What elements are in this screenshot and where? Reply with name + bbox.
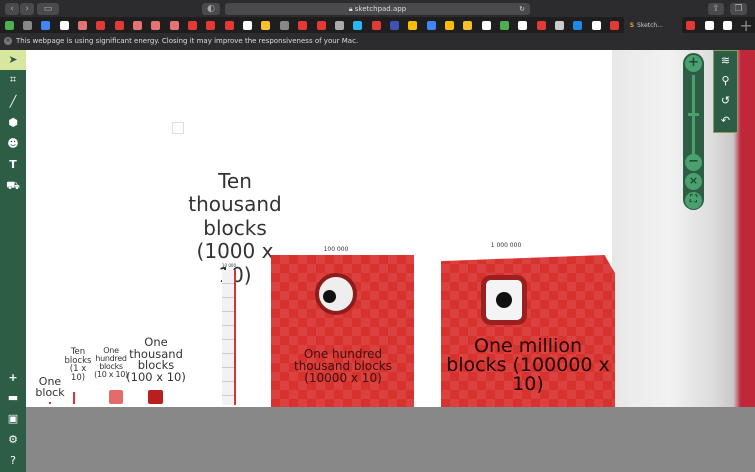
save-icon[interactable]: ▣ — [0, 409, 26, 429]
bookmark-favicon-icon[interactable] — [532, 17, 550, 33]
energy-warning-banner: × This webpage is using significant energ… — [0, 33, 755, 50]
hundred-blocks — [109, 390, 123, 404]
bookmark-favicon-icon[interactable] — [569, 17, 587, 33]
number-hundred-thousand: 100 000 — [323, 246, 349, 253]
label-ten-blocks: Ten blocks (1 x 10) — [64, 347, 92, 383]
bookmark-favicon-icon[interactable] — [719, 17, 737, 33]
add-icon[interactable]: + — [0, 368, 26, 388]
bookmark-favicon-icon[interactable] — [73, 17, 91, 33]
bookmark-favicon-icon[interactable] — [587, 17, 605, 33]
bookmark-favicon-icon[interactable] — [330, 17, 348, 33]
layers-icon[interactable]: ≋ — [714, 51, 737, 71]
bookmark-favicon-icon[interactable] — [257, 17, 275, 33]
sticker-tool[interactable]: ☻ — [0, 134, 26, 154]
canvas-menu: ≋ ⚲ ↺ ↶ — [713, 50, 738, 133]
undo-icon[interactable]: ↶ — [714, 111, 737, 131]
fit-screen-button[interactable]: ⛶ — [685, 192, 702, 209]
sketchpad-favicon-icon: S — [629, 21, 635, 29]
pen-tool[interactable]: ╱ — [0, 92, 26, 112]
share-button[interactable]: ⇪ — [708, 3, 724, 15]
bookmark-favicon-icon[interactable] — [275, 17, 293, 33]
bookmark-favicon-icon[interactable] — [495, 17, 513, 33]
zoom-in-button[interactable]: + — [685, 55, 702, 72]
shape-tool[interactable]: ⬢ — [0, 113, 26, 133]
address-bar[interactable]: 🔒︎ sketchpad.app ↻ — [225, 3, 530, 15]
forward-button[interactable]: › — [20, 3, 34, 15]
help-icon[interactable]: ? — [0, 451, 26, 471]
bookmark-favicon-icon[interactable] — [550, 17, 568, 33]
bookmark-favicon-icon[interactable] — [18, 17, 36, 33]
ten-blocks — [73, 392, 75, 404]
resize-handle[interactable] — [172, 122, 184, 134]
fill-tool[interactable]: ⛟ — [0, 176, 26, 196]
label-million-blocks: One million blocks (100000 x 10) — [446, 335, 610, 395]
tab-sketchpad[interactable]: S Sketch... — [623, 17, 682, 33]
bookmark-favicon-icon[interactable] — [128, 17, 146, 33]
bookmark-favicon-icon[interactable] — [514, 17, 532, 33]
browser-toolbar: ‹ › ▭ ◐ 🔒︎ sketchpad.app ↻ ⇪ ❐ — [0, 0, 755, 17]
bookmark-favicon-icon[interactable] — [312, 17, 330, 33]
bookmark-favicon-icon[interactable] — [605, 17, 623, 33]
bookmark-favicon-icon[interactable] — [202, 17, 220, 33]
bookmark-favicon-icon[interactable] — [0, 17, 18, 33]
bookmark-favicon-icon[interactable] — [55, 17, 73, 33]
bookmark-favicon-icon[interactable] — [349, 17, 367, 33]
reload-icon[interactable]: ↻ — [519, 3, 525, 15]
bookmark-favicon-icon[interactable] — [477, 17, 495, 33]
folder-icon[interactable]: ▬ — [0, 388, 26, 408]
bookmark-favicon-icon[interactable] — [37, 17, 55, 33]
bookmark-favicon-icon[interactable] — [385, 17, 403, 33]
bookmark-favicon-icon[interactable] — [110, 17, 128, 33]
bookmark-favicon-icon[interactable] — [700, 17, 718, 33]
tool-sidebar: ➤ ⌗ ╱ ⬢ ☻ T ⛟ + ▬ ▣ ⚙ ? — [0, 50, 26, 472]
hundred-thousand-blocks: One hundred thousand blocks (10000 x 10) — [271, 255, 414, 407]
bookmark-favicon-icon[interactable] — [183, 17, 201, 33]
label-hundred-blocks: One hundred blocks (10 x 10) — [94, 346, 128, 379]
bookmark-favicon-icon[interactable] — [404, 17, 422, 33]
number-ten-thousand: 10 000 — [222, 263, 236, 268]
bookmark-favicon-icon[interactable] — [220, 17, 238, 33]
number-million: 1 000 000 — [490, 242, 522, 249]
zoom-slider[interactable]: + − × ⛶ — [683, 53, 704, 210]
bookmark-favicon-icon[interactable] — [92, 17, 110, 33]
eye-icon — [315, 273, 357, 315]
settings-icon[interactable]: ⚙ — [0, 430, 26, 450]
history-icon[interactable]: ↺ — [714, 91, 737, 111]
bookmark-favicon-icon[interactable] — [147, 17, 165, 33]
bookmark-favicon-icon[interactable] — [682, 17, 700, 33]
bookmark-favicon-icon[interactable] — [238, 17, 256, 33]
million-blocks: One million blocks (100000 x 10) — [441, 255, 615, 407]
text-tool[interactable]: T — [0, 155, 26, 175]
tab-bar: S Sketch... + — [0, 16, 755, 35]
ten-thousand-blocks — [222, 270, 236, 405]
bookmark-favicon-icon[interactable] — [294, 17, 312, 33]
bookmark-favicon-icon[interactable] — [165, 17, 183, 33]
zoom-slider-handle[interactable] — [688, 113, 699, 116]
select-tool[interactable]: ➤ — [0, 50, 26, 70]
tabs-overview-button[interactable]: ❐ — [730, 3, 747, 15]
search-icon[interactable]: ⚲ — [714, 71, 737, 91]
zoom-out-button[interactable]: − — [685, 154, 702, 171]
label-hundred-thousand-blocks: One hundred thousand blocks (10000 x 10) — [294, 347, 392, 385]
bookmark-favicon-icon[interactable] — [459, 17, 477, 33]
new-tab-button[interactable]: + — [737, 16, 755, 35]
close-icon[interactable]: × — [4, 37, 12, 45]
one-block — [49, 402, 51, 404]
label-thousand-blocks: One thousand blocks (100 x 10) — [126, 335, 186, 384]
bookmark-favicon-icon[interactable] — [440, 17, 458, 33]
drawing-canvas[interactable]: One block Ten blocks (1 x 10) One hundre… — [26, 50, 755, 407]
zoom-reset-button[interactable]: × — [685, 173, 702, 190]
bookmark-favicon-icon[interactable] — [367, 17, 385, 33]
sidebar-toggle-button[interactable]: ▭ — [37, 3, 59, 15]
privacy-shield-icon[interactable]: ◐ — [202, 3, 220, 15]
back-button[interactable]: ‹ — [5, 3, 19, 15]
thousand-blocks — [148, 390, 163, 404]
crop-tool[interactable]: ⌗ — [0, 70, 26, 90]
eye-icon — [481, 275, 527, 325]
bookmark-favicon-icon[interactable] — [422, 17, 440, 33]
